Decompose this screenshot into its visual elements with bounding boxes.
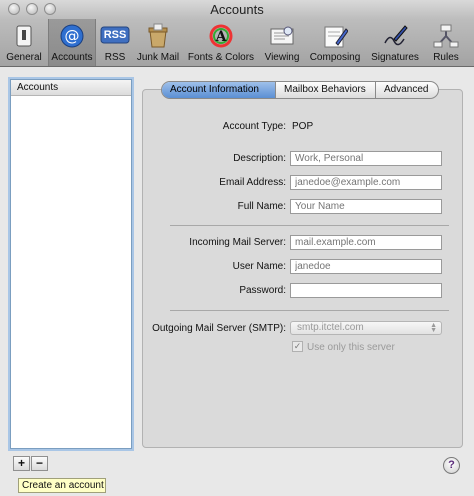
zoom-window-button[interactable] xyxy=(44,3,56,15)
password-field[interactable] xyxy=(290,283,442,298)
use-only-this-server-checkbox[interactable]: ✓ xyxy=(292,341,303,352)
incoming-server-field[interactable] xyxy=(290,235,442,250)
description-field[interactable] xyxy=(290,151,442,166)
signatures-icon xyxy=(384,25,408,46)
preferences-toolbar: General @ Accounts RSS RSS Junk Mail A F… xyxy=(0,19,474,67)
toolbar-rules[interactable]: Rules xyxy=(426,19,466,66)
description-label: Description: xyxy=(233,153,286,164)
viewing-icon xyxy=(270,26,294,45)
select-arrows-icon: ▲ ▼ xyxy=(430,322,437,334)
toolbar-junk-mail[interactable]: Junk Mail xyxy=(135,19,181,66)
toolbar-viewing[interactable]: Viewing xyxy=(260,19,304,66)
smtp-server-value: smtp.itctel.com xyxy=(297,322,364,333)
fonts-colors-icon: A xyxy=(209,24,233,48)
title-bar: Accounts xyxy=(0,0,474,19)
accounts-list[interactable]: Accounts xyxy=(10,79,132,449)
at-sign-icon: @ xyxy=(60,24,84,48)
close-window-button[interactable] xyxy=(8,3,20,15)
minimize-window-button[interactable] xyxy=(26,3,38,15)
checkmark-icon: ✓ xyxy=(293,341,302,351)
window-title: Accounts xyxy=(210,2,264,17)
preferences-window: Accounts General @ Accounts RSS RSS Junk… xyxy=(0,0,474,496)
account-type-value: POP xyxy=(292,121,314,132)
section-divider xyxy=(170,310,449,311)
tab-account-information[interactable]: Account Information xyxy=(162,82,276,98)
toolbar-accounts[interactable]: @ Accounts xyxy=(48,19,96,66)
user-name-label: User Name: xyxy=(232,261,286,272)
svg-text:A: A xyxy=(215,29,228,45)
toolbar-rss[interactable]: RSS RSS xyxy=(97,19,133,66)
tab-advanced[interactable]: Advanced xyxy=(376,82,438,98)
toolbar-general[interactable]: General xyxy=(2,19,46,66)
smtp-server-select[interactable]: smtp.itctel.com ▲ ▼ xyxy=(290,321,442,335)
incoming-server-label: Incoming Mail Server: xyxy=(189,237,286,248)
junk-mail-icon xyxy=(148,23,168,48)
password-label: Password: xyxy=(239,285,286,296)
composing-icon xyxy=(324,26,348,48)
tab-mailbox-behaviors[interactable]: Mailbox Behaviors xyxy=(276,82,376,98)
toolbar-composing[interactable]: Composing xyxy=(306,19,364,66)
use-only-this-server-label: Use only this server xyxy=(307,342,395,353)
switch-icon xyxy=(16,25,32,47)
email-address-label: Email Address: xyxy=(219,177,286,188)
toolbar-fonts-colors[interactable]: A Fonts & Colors xyxy=(184,19,258,66)
full-name-field[interactable] xyxy=(290,199,442,214)
rss-badge-text: RSS xyxy=(103,29,127,41)
full-name-label: Full Name: xyxy=(237,201,286,212)
account-type-label: Account Type: xyxy=(222,121,286,132)
help-button[interactable]: ? xyxy=(443,457,460,474)
section-divider xyxy=(170,225,449,226)
rules-icon xyxy=(433,24,459,48)
smtp-server-label: Outgoing Mail Server (SMTP): xyxy=(152,323,286,334)
svg-text:@: @ xyxy=(65,27,80,45)
toolbar-signatures[interactable]: Signatures xyxy=(366,19,424,66)
remove-account-button[interactable]: − xyxy=(31,456,48,471)
accounts-list-header: Accounts xyxy=(11,80,131,96)
user-name-field[interactable] xyxy=(290,259,442,274)
email-address-field[interactable] xyxy=(290,175,442,190)
settings-tabs: Account Information Mailbox Behaviors Ad… xyxy=(161,81,439,99)
add-account-button[interactable]: + xyxy=(13,456,30,471)
add-account-tooltip: Create an account xyxy=(18,478,106,493)
